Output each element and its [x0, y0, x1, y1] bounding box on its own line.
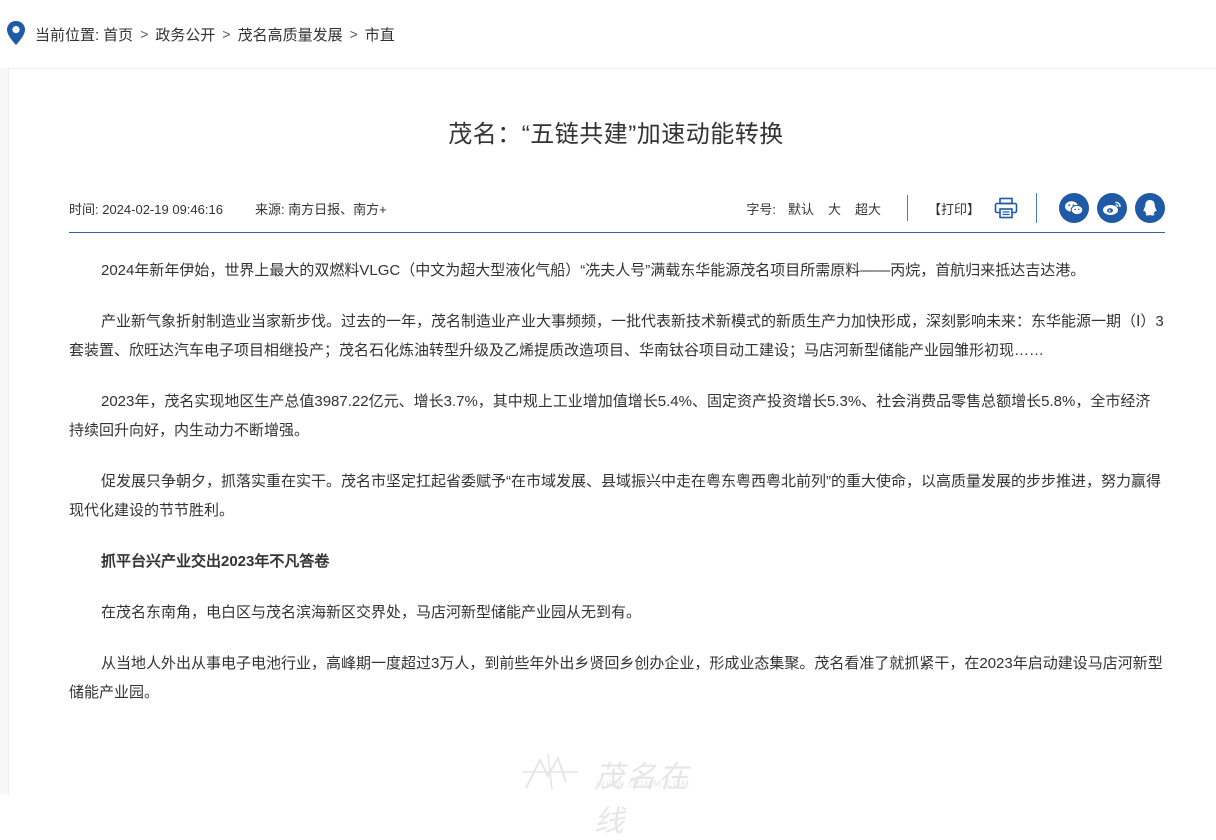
- printer-icon[interactable]: [994, 197, 1018, 219]
- breadcrumb-gov-affairs-link[interactable]: 政务公开: [155, 24, 215, 45]
- breadcrumb-separator: >: [349, 26, 358, 42]
- article-paragraph: 2023年，茂名实现地区生产总值3987.22亿元、增长3.7%，其中规上工业增…: [69, 393, 1151, 439]
- breadcrumb-separator: >: [140, 26, 149, 42]
- breadcrumb: 当前位置: 首页 > 政务公开 > 茂名高质量发展 > 市直: [0, 0, 1216, 68]
- publish-time: 时间: 2024-02-19 09:46:16: [69, 201, 223, 217]
- print-link[interactable]: 【打印】: [928, 199, 980, 218]
- meta-divider: [906, 195, 908, 221]
- article-paragraph: 在茂名东南角，电白区与茂名滨海新区交界处，马店河新型储能产业园从无到有。: [101, 604, 642, 621]
- title-divider-line: [69, 232, 1165, 233]
- article-title: 茂名：“五链共建”加速动能转换: [448, 121, 784, 148]
- font-size-default-option[interactable]: 默认: [788, 199, 814, 218]
- article-paragraph: 2024年新年伊始，世界上最大的双燃料VLGC（中文为超大型液化气船）“冼夫人号…: [101, 262, 1086, 279]
- font-size-label: 字号:: [746, 201, 776, 217]
- font-size-xlarge-option[interactable]: 超大: [855, 199, 881, 218]
- article-paragraph: 从当地人外出从事电子电池行业，高峰期一度超过3万人，到前些年外出乡贤回乡创办企业…: [69, 655, 1163, 701]
- weibo-icon: [1103, 201, 1121, 215]
- article-body: 2024年新年伊始，世界上最大的双燃料VLGC（中文为超大型液化气船）“冼夫人号…: [69, 256, 1165, 729]
- breadcrumb-home-link[interactable]: 首页: [103, 24, 133, 45]
- share-wechat-button[interactable]: [1059, 193, 1089, 223]
- article-subheading: 抓平台兴产业交出2023年不凡答卷: [101, 553, 330, 570]
- font-size-large-option[interactable]: 大: [828, 199, 841, 218]
- breadcrumb-development-link[interactable]: 茂名高质量发展: [238, 24, 343, 45]
- breadcrumb-separator: >: [222, 26, 231, 42]
- wechat-icon: [1065, 201, 1084, 216]
- share-qq-button[interactable]: [1135, 193, 1165, 223]
- location-pin-icon: [7, 21, 25, 45]
- article-paragraph: 促发展只争朝夕，抓落实重在实干。茂名市坚定扛起省委赋予“在市域发展、县域振兴中走…: [69, 473, 1161, 519]
- article-source: 来源: 南方日报、南方+: [254, 201, 387, 217]
- qq-icon: [1143, 200, 1157, 216]
- breadcrumb-city-link[interactable]: 市直: [365, 24, 395, 45]
- article-meta-bar: 时间: 2024-02-19 09:46:16 来源: 南方日报、南方+ 字号:…: [69, 188, 1165, 228]
- breadcrumb-label: 当前位置:: [35, 26, 100, 44]
- meta-divider: [1036, 193, 1037, 223]
- share-weibo-button[interactable]: [1097, 193, 1127, 223]
- article-paragraph: 产业新气象折射制造业当家新步伐。过去的一年，茂名制造业产业大事频频，一批代表新技…: [69, 313, 1164, 359]
